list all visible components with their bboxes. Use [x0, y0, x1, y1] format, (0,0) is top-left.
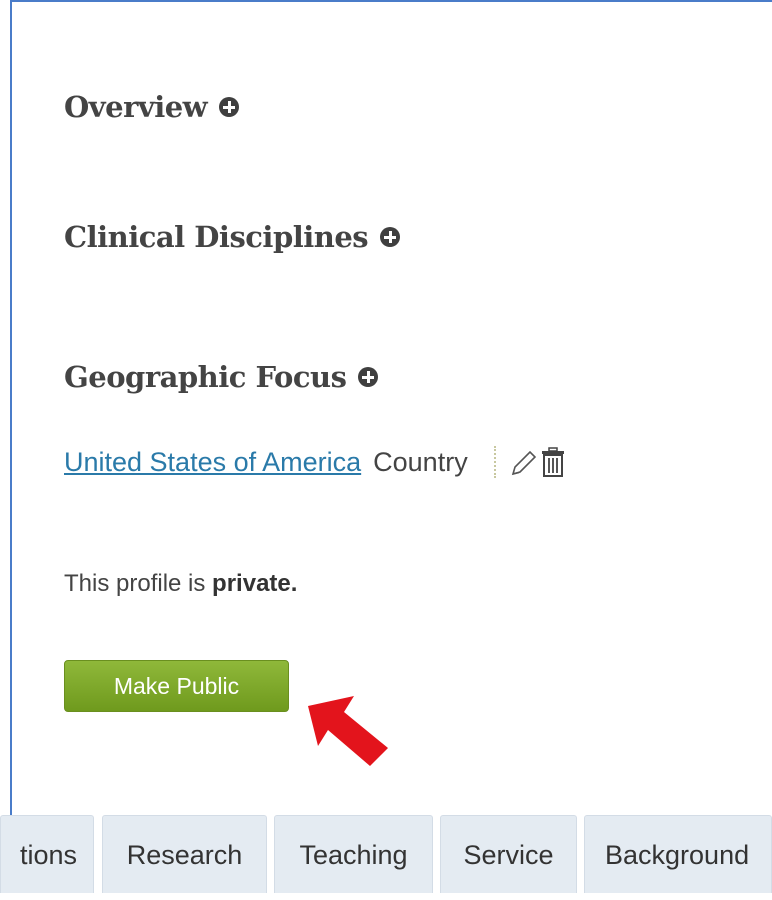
red-arrow-annotation-icon	[300, 690, 390, 775]
tab-research[interactable]: Research	[102, 815, 267, 893]
tab-background[interactable]: Background	[584, 815, 772, 893]
section-heading-clinical-disciplines: Clinical Disciplines	[64, 220, 369, 254]
country-link[interactable]: United States of America	[64, 447, 361, 478]
geographic-focus-item: United States of America Country	[64, 444, 568, 480]
tab-publications[interactable]: tions	[0, 815, 94, 893]
tab-service[interactable]: Service	[440, 815, 577, 893]
country-type-label: Country	[373, 446, 468, 477]
add-geographic-focus-plus-icon[interactable]	[358, 367, 379, 387]
trash-icon[interactable]	[540, 446, 566, 478]
make-public-button[interactable]: Make Public	[64, 660, 289, 712]
tab-teaching[interactable]: Teaching	[274, 815, 433, 893]
section-geographic-focus: Geographic Focus	[64, 360, 379, 394]
privacy-status: This profile is private.	[64, 570, 297, 598]
pencil-icon[interactable]	[510, 447, 538, 477]
section-heading-geographic-focus: Geographic Focus	[64, 360, 347, 394]
divider	[493, 446, 496, 478]
section-heading-overview: Overview	[64, 90, 208, 124]
section-clinical-disciplines: Clinical Disciplines	[64, 220, 401, 254]
add-overview-plus-icon[interactable]	[219, 97, 240, 117]
section-overview: Overview	[64, 90, 240, 124]
privacy-prefix: This profile is	[64, 570, 213, 597]
add-clinical-disciplines-plus-icon[interactable]	[380, 227, 401, 247]
privacy-value: private.	[212, 570, 298, 597]
